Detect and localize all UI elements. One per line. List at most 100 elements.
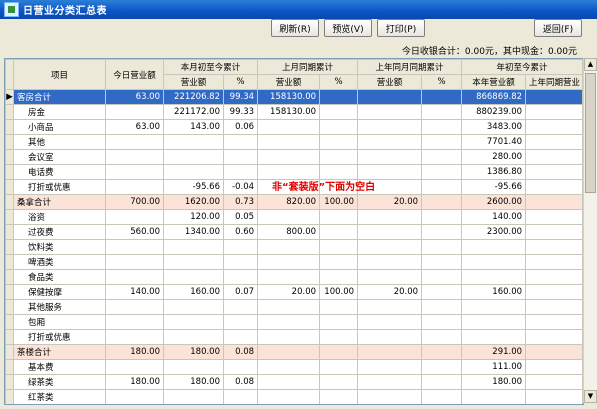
cell-value: [525, 389, 583, 404]
table-row[interactable]: 其他 7701.40: [5, 134, 583, 150]
row-marker: [5, 224, 14, 240]
cell-value: 291.00: [461, 344, 527, 360]
table-row[interactable]: 小商品 63.00 143.00 0.06 3483.00: [5, 119, 583, 135]
vertical-scrollbar[interactable]: ▲ ▼: [583, 58, 597, 403]
table-row[interactable]: 打折或优惠: [5, 329, 583, 345]
cell-value: 20.00: [357, 194, 423, 210]
cell-value: [105, 239, 164, 255]
cell-value: [357, 299, 423, 315]
cell-value: [164, 405, 224, 406]
cell-value: 100.00: [319, 284, 359, 300]
cell-value: [357, 239, 423, 255]
row-label: 饮料类: [13, 239, 106, 255]
header-last-month-group: 上月同期累计: [257, 59, 359, 75]
row-marker: [5, 134, 14, 150]
cell-value: [257, 149, 321, 165]
table-row[interactable]: 啤酒类: [5, 254, 583, 270]
cell-value: 0.60: [222, 224, 259, 240]
row-marker: [5, 344, 14, 360]
scroll-up-arrow-icon[interactable]: ▲: [584, 58, 597, 71]
table-row[interactable]: 红茶类: [5, 389, 583, 404]
table-row[interactable]: 其他服务: [5, 299, 583, 315]
cell-value: [421, 299, 463, 315]
cell-value: [461, 389, 527, 404]
title-bar: 日营业分类汇总表: [0, 0, 597, 19]
table-row[interactable]: 花茶类: [6, 405, 583, 406]
table-row[interactable]: 房金 221172.00 99.33 158130.00 880239.00: [5, 104, 583, 120]
cell-value: [525, 194, 583, 210]
table-row[interactable]: 基本费 111.00: [5, 359, 583, 375]
row-marker: [5, 359, 14, 375]
refresh-button[interactable]: 刷新(R): [271, 19, 319, 37]
cell-value: 180.00: [461, 374, 527, 390]
cell-value: 0.05: [222, 209, 259, 225]
table-row[interactable]: 桑拿合计 700.00 1620.00 0.73 820.00 100.00 20.00 26…: [5, 194, 583, 210]
table-row[interactable]: 饮料类: [5, 239, 583, 255]
cell-value: [105, 164, 164, 180]
row-marker: [5, 239, 14, 255]
cell-value: [421, 239, 463, 255]
cell-value: [461, 299, 527, 315]
cell-value: [319, 89, 359, 105]
row-marker: [5, 119, 14, 135]
cell-value: 100.00: [319, 194, 359, 210]
table-row[interactable]: 过夜费 560.00 1340.00 0.60 800.00 2300.00: [5, 224, 583, 240]
header-year-group: 年初至今累计: [461, 59, 583, 75]
table-row[interactable]: 包厢: [5, 314, 583, 330]
print-button[interactable]: 打印(P): [377, 19, 425, 37]
cell-value: 7701.40: [461, 134, 527, 150]
cell-value: [525, 224, 583, 240]
cell-value: [526, 405, 583, 406]
table-row[interactable]: 保健按摩 140.00 160.00 0.07 20.00 100.00 20.00 160.…: [5, 284, 583, 300]
cell-value: 160.00: [461, 284, 527, 300]
row-marker: [5, 269, 14, 285]
row-pointer-icon: ▶: [5, 89, 14, 105]
row-label: 红茶类: [13, 389, 106, 404]
header-sub-pct: %: [319, 74, 359, 90]
cell-value: [357, 119, 423, 135]
cell-value: [163, 239, 224, 255]
cell-value: [421, 194, 463, 210]
cell-value: 111.00: [461, 359, 527, 375]
row-label: 绿茶类: [13, 374, 106, 390]
table-row[interactable]: 浴资 120.00 0.05 140.00: [5, 209, 583, 225]
cell-value: [105, 299, 164, 315]
cell-value: 2600.00: [461, 194, 527, 210]
cell-value: [163, 164, 224, 180]
cell-value: [421, 179, 463, 195]
row-marker: [5, 194, 14, 210]
header-sub-pct: %: [222, 74, 259, 90]
table-row[interactable]: 绿茶类 180.00 180.00 0.08 180.00: [5, 374, 583, 390]
scroll-down-arrow-icon[interactable]: ▼: [584, 390, 597, 403]
row-label: 打折或优惠: [13, 179, 106, 195]
cell-value: [357, 209, 423, 225]
cell-value: -95.66: [461, 179, 527, 195]
row-label: 桑拿合计: [13, 194, 106, 210]
cell-value: [257, 329, 321, 345]
cell-value: [525, 239, 583, 255]
table-row[interactable]: 食品类: [5, 269, 583, 285]
cell-value: [525, 89, 583, 105]
cell-value: 20.00: [357, 284, 423, 300]
cell-value: [105, 314, 164, 330]
cell-value: [222, 359, 259, 375]
header-sub-pct: %: [421, 74, 463, 90]
cell-value: 120.00: [163, 209, 224, 225]
table-row[interactable]: ▶ 客房合计 63.00 221206.82 99.34 158130.00 866869.…: [5, 89, 583, 105]
preview-button[interactable]: 预览(V): [324, 19, 372, 37]
cell-value: [319, 254, 359, 270]
row-label: 电话费: [13, 164, 106, 180]
scroll-thumb[interactable]: [585, 73, 596, 193]
cell-value: [421, 224, 463, 240]
row-label: 其他服务: [13, 299, 106, 315]
table-row[interactable]: 茶楼合计 180.00 180.00 0.08 291.00: [5, 344, 583, 360]
cell-value: [257, 239, 321, 255]
header-sub-amount: 营业额: [257, 74, 321, 90]
cell-value: 99.33: [222, 104, 259, 120]
back-button[interactable]: 返回(F): [534, 19, 582, 37]
cell-value: [257, 209, 321, 225]
table-row[interactable]: 会议室 280.00: [5, 149, 583, 165]
cell-value: [421, 119, 463, 135]
cell-value: 0.08: [222, 374, 259, 390]
report-grid[interactable]: 项目 今日营业额 本月初至今累计 上月同期累计 上年同月同期累计 年初至今累计 …: [4, 58, 584, 405]
